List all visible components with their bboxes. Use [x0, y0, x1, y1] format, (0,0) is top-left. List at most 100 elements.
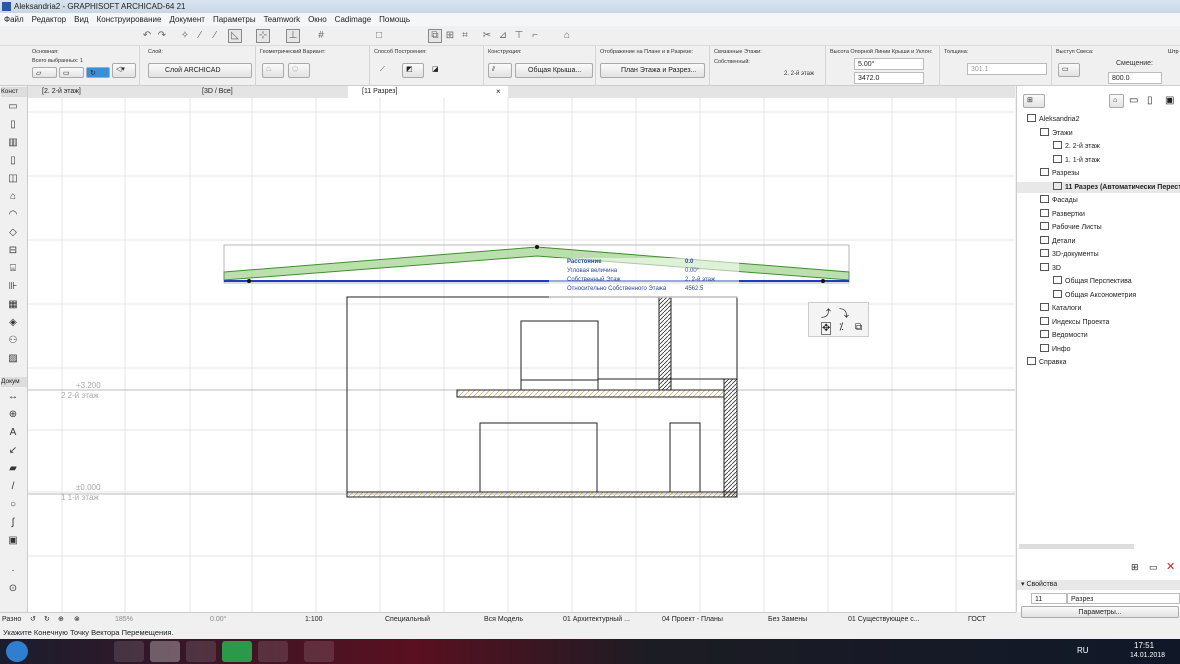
- tracker-story-value[interactable]: 2. 2-й этаж: [685, 277, 715, 283]
- zone-tool-icon[interactable]: ▨: [6, 352, 20, 365]
- redo-icon[interactable]: ↷: [155, 29, 169, 43]
- spline-tool-icon[interactable]: ∫: [6, 516, 20, 529]
- method-3[interactable]: ◪: [428, 63, 450, 78]
- door-tool-icon[interactable]: ◫: [6, 172, 20, 185]
- new-view-icon[interactable]: ⊞: [1131, 562, 1139, 573]
- display-dropdown[interactable]: План Этажа и Разрез...: [600, 63, 705, 78]
- adjust-icon[interactable]: ⊿: [496, 29, 510, 43]
- chrome-icon[interactable]: [114, 641, 144, 662]
- syringe-icon[interactable]: ⁄: [208, 29, 222, 43]
- navigator-item[interactable]: Детали: [1040, 235, 1075, 247]
- navigator-item[interactable]: Индексы Проекта: [1040, 316, 1109, 328]
- railing-tool-icon[interactable]: ⊪: [6, 280, 20, 293]
- publisher-icon[interactable]: ▣: [1165, 95, 1174, 106]
- pivot-height-field[interactable]: 3472.0: [854, 72, 924, 84]
- magic-wand-icon[interactable]: ✧: [178, 29, 192, 43]
- 3ds-max-icon[interactable]: [222, 641, 252, 662]
- mirror-icon[interactable]: ⁒: [839, 322, 844, 333]
- navigator-item[interactable]: Разрезы: [1040, 168, 1079, 179]
- rotate-icon[interactable]: ⤵: [839, 305, 849, 320]
- clock-date[interactable]: 14.01.2018: [1130, 652, 1165, 659]
- level-dimension-icon[interactable]: ⊕: [6, 408, 20, 421]
- navigator-item[interactable]: 2. 2-й этаж: [1053, 141, 1100, 152]
- toolbox-document-header[interactable]: Докум: [1, 377, 27, 387]
- navigator-item[interactable]: 3D: [1040, 262, 1061, 274]
- snap-guides-icon[interactable]: ⊹: [256, 29, 270, 43]
- override-combo[interactable]: Без Замены: [768, 613, 807, 627]
- pen-set-combo[interactable]: 01 Архитектурный ...: [563, 613, 630, 627]
- menu-edit[interactable]: Редактор: [32, 15, 66, 24]
- hotspot-tool-icon[interactable]: ·: [6, 564, 20, 577]
- drawing-tool-icon[interactable]: ▣: [6, 534, 20, 547]
- wall-tool-icon[interactable]: ▭: [6, 100, 20, 113]
- dimension-combo[interactable]: ГОСТ: [968, 613, 986, 627]
- zoom-in-icon[interactable]: ⊕: [58, 613, 64, 627]
- slope-field[interactable]: 5.00°: [854, 58, 924, 70]
- settings-icon[interactable]: ▭: [1149, 562, 1158, 573]
- navigator-item[interactable]: Aleksandria2: [1027, 114, 1079, 125]
- tab-story-2[interactable]: [2. 2-й этаж]: [28, 86, 188, 98]
- geom-variant-1[interactable]: ⏢: [262, 63, 284, 78]
- move-icon[interactable]: ✥: [821, 322, 832, 335]
- text-tool-icon[interactable]: A: [6, 426, 20, 439]
- window-tool-icon[interactable]: ▯: [6, 154, 20, 167]
- orientation-angle[interactable]: 0.00°: [210, 613, 226, 627]
- stair-tool-icon[interactable]: ⌸: [6, 262, 20, 275]
- eyedropper-icon[interactable]: ⁄: [193, 29, 207, 43]
- fit-icon[interactable]: ⌗: [458, 29, 472, 43]
- view-map-icon[interactable]: ▭: [1129, 95, 1138, 106]
- layer-dropdown[interactable]: Слой ARCHICAD: [148, 63, 252, 78]
- navigator-item[interactable]: 1. 1-й этаж: [1053, 154, 1100, 166]
- navigator-item[interactable]: Фасады: [1040, 195, 1078, 206]
- parameters-button[interactable]: Параметры...: [1021, 606, 1179, 618]
- menu-design[interactable]: Конструирование: [97, 15, 162, 24]
- fit-window-icon[interactable]: ⊗: [74, 613, 80, 627]
- navigator-item[interactable]: Этажи: [1040, 127, 1073, 139]
- properties-header[interactable]: ▾ Свойства: [1017, 580, 1180, 590]
- navigator-item[interactable]: Рабочие Листы: [1040, 222, 1102, 233]
- undo-icon[interactable]: ↶: [140, 29, 154, 43]
- offset-field[interactable]: 800.0: [1108, 72, 1162, 84]
- linked-story-value[interactable]: 2. 2-й этаж: [784, 71, 814, 77]
- line-tool-icon[interactable]: /: [6, 480, 20, 493]
- app-icon-1[interactable]: [42, 641, 72, 662]
- navigator-item[interactable]: Инфо: [1040, 343, 1071, 355]
- close-tab-icon[interactable]: ×: [496, 86, 501, 98]
- column-tool-icon[interactable]: ▯: [6, 118, 20, 131]
- element-id-button[interactable]: ▱: [32, 67, 57, 78]
- model-view-combo[interactable]: Вся Модель: [484, 613, 523, 627]
- grid-snap-icon[interactable]: #: [314, 29, 328, 43]
- roof-tool-icon[interactable]: ⌂: [560, 29, 574, 43]
- guide-lines-icon[interactable]: ◺: [228, 29, 242, 43]
- trace-icon[interactable]: ⧉: [428, 29, 442, 43]
- object-tool-icon[interactable]: ⚇: [6, 334, 20, 347]
- morph-tool-icon[interactable]: ◈: [6, 316, 20, 329]
- section-marker-icon[interactable]: ⊙: [6, 582, 20, 595]
- gravity-icon[interactable]: ⊥: [286, 29, 300, 43]
- menu-options[interactable]: Параметры: [213, 15, 256, 24]
- drag-icon[interactable]: ⤴: [821, 305, 831, 320]
- menu-teamwork[interactable]: Teamwork: [264, 15, 300, 24]
- dimension-tool-icon[interactable]: ↔: [6, 390, 20, 403]
- zoom-forward-icon[interactable]: ↻: [44, 613, 50, 627]
- thickness-field[interactable]: 301.1: [967, 63, 1047, 75]
- firefox-icon[interactable]: [304, 641, 334, 662]
- drawing-canvas[interactable]: +3.200 2 2-й этаж ±0.000 1 1-й этаж: [28, 98, 1015, 612]
- split-icon[interactable]: ✂: [480, 29, 494, 43]
- method-2[interactable]: ◩: [402, 63, 424, 78]
- composite-dropdown[interactable]: Общая Крыша...: [515, 63, 593, 78]
- view-id-field[interactable]: 11: [1031, 593, 1067, 604]
- tab-section-11[interactable]: [11 Разрез]: [348, 86, 508, 98]
- navigator-item[interactable]: Каталоги: [1040, 303, 1081, 314]
- structure-button[interactable]: ⫽: [488, 63, 512, 78]
- start-button-icon[interactable]: [6, 641, 28, 662]
- table-icon[interactable]: ⊞: [443, 29, 457, 43]
- navigator-scrollbar[interactable]: [1019, 544, 1134, 549]
- layout-book-icon[interactable]: ▯: [1147, 95, 1153, 106]
- toolbox-design-header[interactable]: Конст: [1, 87, 27, 97]
- fillet-icon[interactable]: ⌐: [528, 29, 542, 43]
- navigator-item[interactable]: 11 Разрез (Автоматически Перестраи: [1017, 181, 1180, 193]
- explorer-icon[interactable]: [258, 641, 288, 662]
- menu-cadimage[interactable]: Cadimage: [335, 15, 371, 24]
- geometry-dropdown[interactable]: ◁▾: [112, 63, 136, 78]
